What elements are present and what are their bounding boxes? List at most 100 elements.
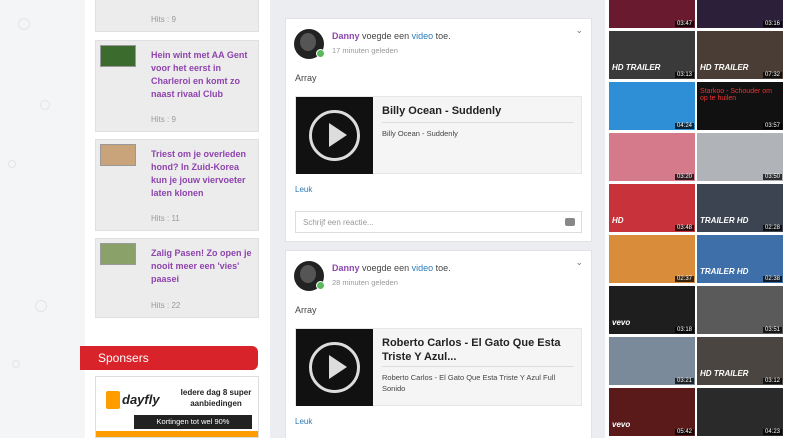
video-duration: 03:20 — [674, 174, 694, 180]
decor-circle — [12, 360, 20, 368]
post-username[interactable]: Danny — [332, 31, 360, 41]
news-title[interactable]: Hein wint met AA Gent voor het eerst in … — [151, 49, 255, 101]
chevron-down-icon[interactable]: ⌄ — [575, 25, 583, 36]
dayfly-brand: dayfly — [122, 392, 160, 407]
post-header: Danny voegde een video toe. — [332, 31, 451, 41]
video-duration: 03:48 — [674, 225, 694, 231]
video-attachment[interactable]: Roberto Carlos - El Gato Que Esta Triste… — [295, 328, 582, 406]
news-thumbnail[interactable] — [100, 144, 136, 166]
post-action-link[interactable]: video — [412, 31, 434, 41]
video-thumbnail[interactable] — [296, 329, 373, 406]
post-body: Array — [295, 305, 317, 315]
video-duration: 04:23 — [762, 429, 782, 435]
decor-circle — [8, 160, 16, 168]
camera-icon[interactable] — [565, 218, 575, 226]
video-duration: 03:13 — [674, 72, 694, 78]
post-action-text: voegde een — [362, 31, 410, 41]
video-thumbnail[interactable]: TRAILER HD 02:28 — [697, 184, 783, 232]
news-title[interactable]: Triest om je overleden hond? In Zuid-Kor… — [151, 148, 255, 200]
dayfly-logo — [106, 391, 120, 409]
news-title[interactable]: Zalig Pasen! Zo open je nooit meer een '… — [151, 247, 255, 286]
video-duration: 03:18 — [674, 327, 694, 333]
video-thumbnail[interactable]: 04:24 — [609, 82, 695, 130]
video-thumbnail[interactable]: 04:23 — [697, 388, 783, 436]
video-thumbnail[interactable]: 03:51 — [697, 286, 783, 334]
post-action-suffix: toe. — [435, 263, 451, 273]
post-body: Array — [295, 73, 317, 83]
video-thumbnail[interactable]: 03:16 — [697, 0, 783, 28]
post-header: Danny voegde een video toe. — [332, 263, 451, 273]
dayfly-ad-banner[interactable]: dayfly Iedere dag 8 super aanbiedingen K… — [95, 376, 259, 438]
video-description: Roberto Carlos - El Gato Que Esta Triste… — [382, 373, 556, 393]
video-duration: 03:47 — [674, 21, 694, 27]
video-duration: 07:32 — [762, 72, 782, 78]
post-action-link[interactable]: video — [412, 263, 434, 273]
news-thumbnail[interactable] — [100, 243, 136, 265]
video-thumbnail[interactable]: vevo 05:42 — [609, 388, 695, 436]
video-label: vevo — [612, 318, 631, 327]
news-thumbnail[interactable] — [100, 45, 136, 67]
sponsors-heading-text: Sponsers — [98, 351, 149, 365]
news-item[interactable]: Zalig Pasen! Zo open je nooit meer een '… — [95, 238, 259, 318]
comment-placeholder: Schrijf een reactie... — [303, 218, 374, 227]
news-item[interactable]: Hein wint met AA Gent voor het eerst in … — [95, 40, 259, 132]
video-thumbnail[interactable]: TRAILER HD 02:38 — [697, 235, 783, 283]
video-thumbnail[interactable] — [296, 97, 373, 174]
decor-circle — [35, 300, 47, 312]
chevron-down-icon[interactable]: ⌄ — [575, 257, 583, 268]
video-label: HD TRAILER — [612, 63, 661, 72]
decor-circle — [40, 100, 50, 110]
video-attachment[interactable]: Billy Ocean - Suddenly Billy Ocean - Sud… — [295, 96, 582, 174]
video-thumbnail[interactable]: HD TRAILER 03:13 — [609, 31, 695, 79]
video-thumbnail[interactable]: Starkoo - Schouder om op te huilen 03:57 — [697, 82, 783, 130]
video-duration: 03:12 — [762, 378, 782, 384]
post-timestamp[interactable]: 28 minuten geleden — [332, 278, 398, 287]
ad-orange-stripe — [96, 431, 258, 437]
video-duration: 03:50 — [762, 174, 782, 180]
page-background — [0, 0, 85, 438]
video-duration: 03:16 — [762, 21, 782, 27]
video-duration: 03:57 — [762, 123, 782, 129]
post-username[interactable]: Danny — [332, 263, 360, 273]
play-icon[interactable] — [309, 342, 360, 393]
video-thumbnail[interactable]: 03:20 — [609, 133, 695, 181]
news-hits: Hits : 11 — [151, 214, 180, 223]
video-thumbnail[interactable]: HD TRAILER 07:32 — [697, 31, 783, 79]
video-thumbnail[interactable]: 03:47 — [609, 0, 695, 28]
video-label: TRAILER HD — [700, 216, 749, 225]
news-hits: Hits : 9 — [151, 15, 176, 24]
post-timestamp[interactable]: 17 minuten geleden — [332, 46, 398, 55]
video-grid: 03:47 03:16 HD TRAILER 03:13 HD TRAILER 07:32… — [605, 0, 800, 438]
post-action-suffix: toe. — [435, 31, 451, 41]
divider — [382, 122, 574, 123]
news-item[interactable]: Hits : 9 — [95, 0, 259, 32]
like-link[interactable]: Leuk — [295, 417, 312, 426]
ad-button[interactable]: Kortingen tot wel 90% — [134, 415, 252, 429]
video-thumbnail[interactable]: 03:50 — [697, 133, 783, 181]
video-label: TRAILER HD — [700, 267, 749, 276]
play-icon[interactable] — [309, 110, 360, 161]
divider — [382, 366, 574, 367]
video-duration: 02:37 — [674, 276, 694, 282]
video-label: HD TRAILER — [700, 369, 749, 378]
video-thumbnail[interactable]: 02:37 — [609, 235, 695, 283]
video-duration: 02:38 — [762, 276, 782, 282]
comment-input[interactable]: Schrijf een reactie... — [295, 211, 582, 233]
decor-circle — [18, 18, 30, 30]
video-label: HD — [612, 216, 624, 225]
news-item[interactable]: Triest om je overleden hond? In Zuid-Kor… — [95, 139, 259, 231]
video-title[interactable]: Billy Ocean - Suddenly — [382, 104, 578, 118]
video-duration: 02:28 — [762, 225, 782, 231]
video-duration: 05:42 — [674, 429, 694, 435]
feed-post: Danny voegde een video toe. 17 minuten g… — [285, 18, 592, 242]
video-thumbnail[interactable]: vevo 03:18 — [609, 286, 695, 334]
video-duration: 03:51 — [762, 327, 782, 333]
like-link[interactable]: Leuk — [295, 185, 312, 194]
sponsors-heading: Sponsers — [80, 346, 258, 370]
video-title[interactable]: Roberto Carlos - El Gato Que Esta Triste… — [382, 336, 578, 364]
video-thumbnail[interactable]: HD TRAILER 03:12 — [697, 337, 783, 385]
video-thumbnail[interactable]: 03:21 — [609, 337, 695, 385]
video-thumbnail[interactable]: HD 03:48 — [609, 184, 695, 232]
online-status-icon — [316, 281, 325, 290]
news-hits: Hits : 9 — [151, 115, 176, 124]
